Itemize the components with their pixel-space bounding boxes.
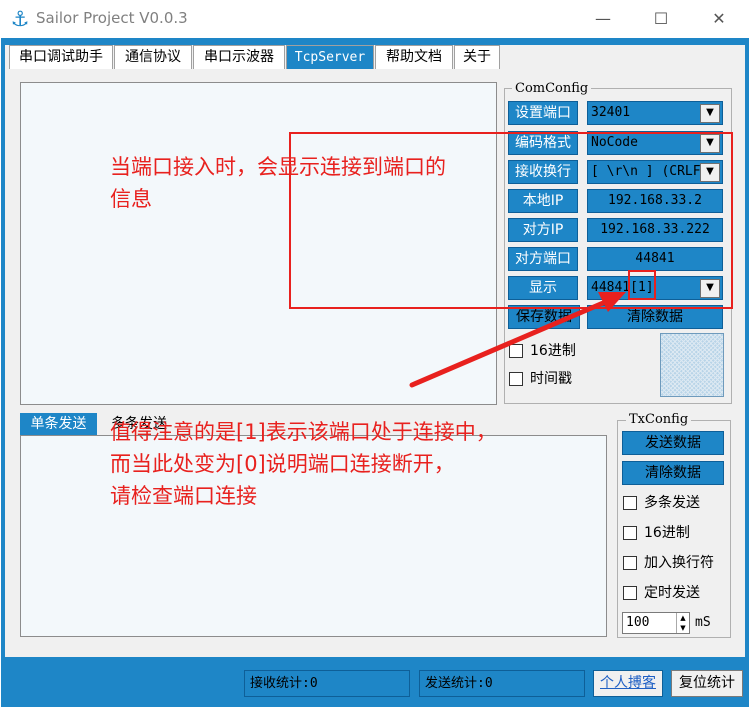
annotation-top-line1: 当端口接入时，会显示连接到端口的 bbox=[110, 155, 446, 179]
annotation-top-line2: 信息 bbox=[110, 187, 152, 211]
annotation-bottom-line1: 值得注意的是[1]表示该端口处于连接中， bbox=[110, 420, 497, 444]
annotation-bottom-line2: 而当此处变为[0]说明端口连接断开， bbox=[110, 452, 455, 476]
annotation-bottom-line3: 请检查端口连接 bbox=[110, 484, 257, 508]
annotation-arrow bbox=[409, 292, 626, 388]
